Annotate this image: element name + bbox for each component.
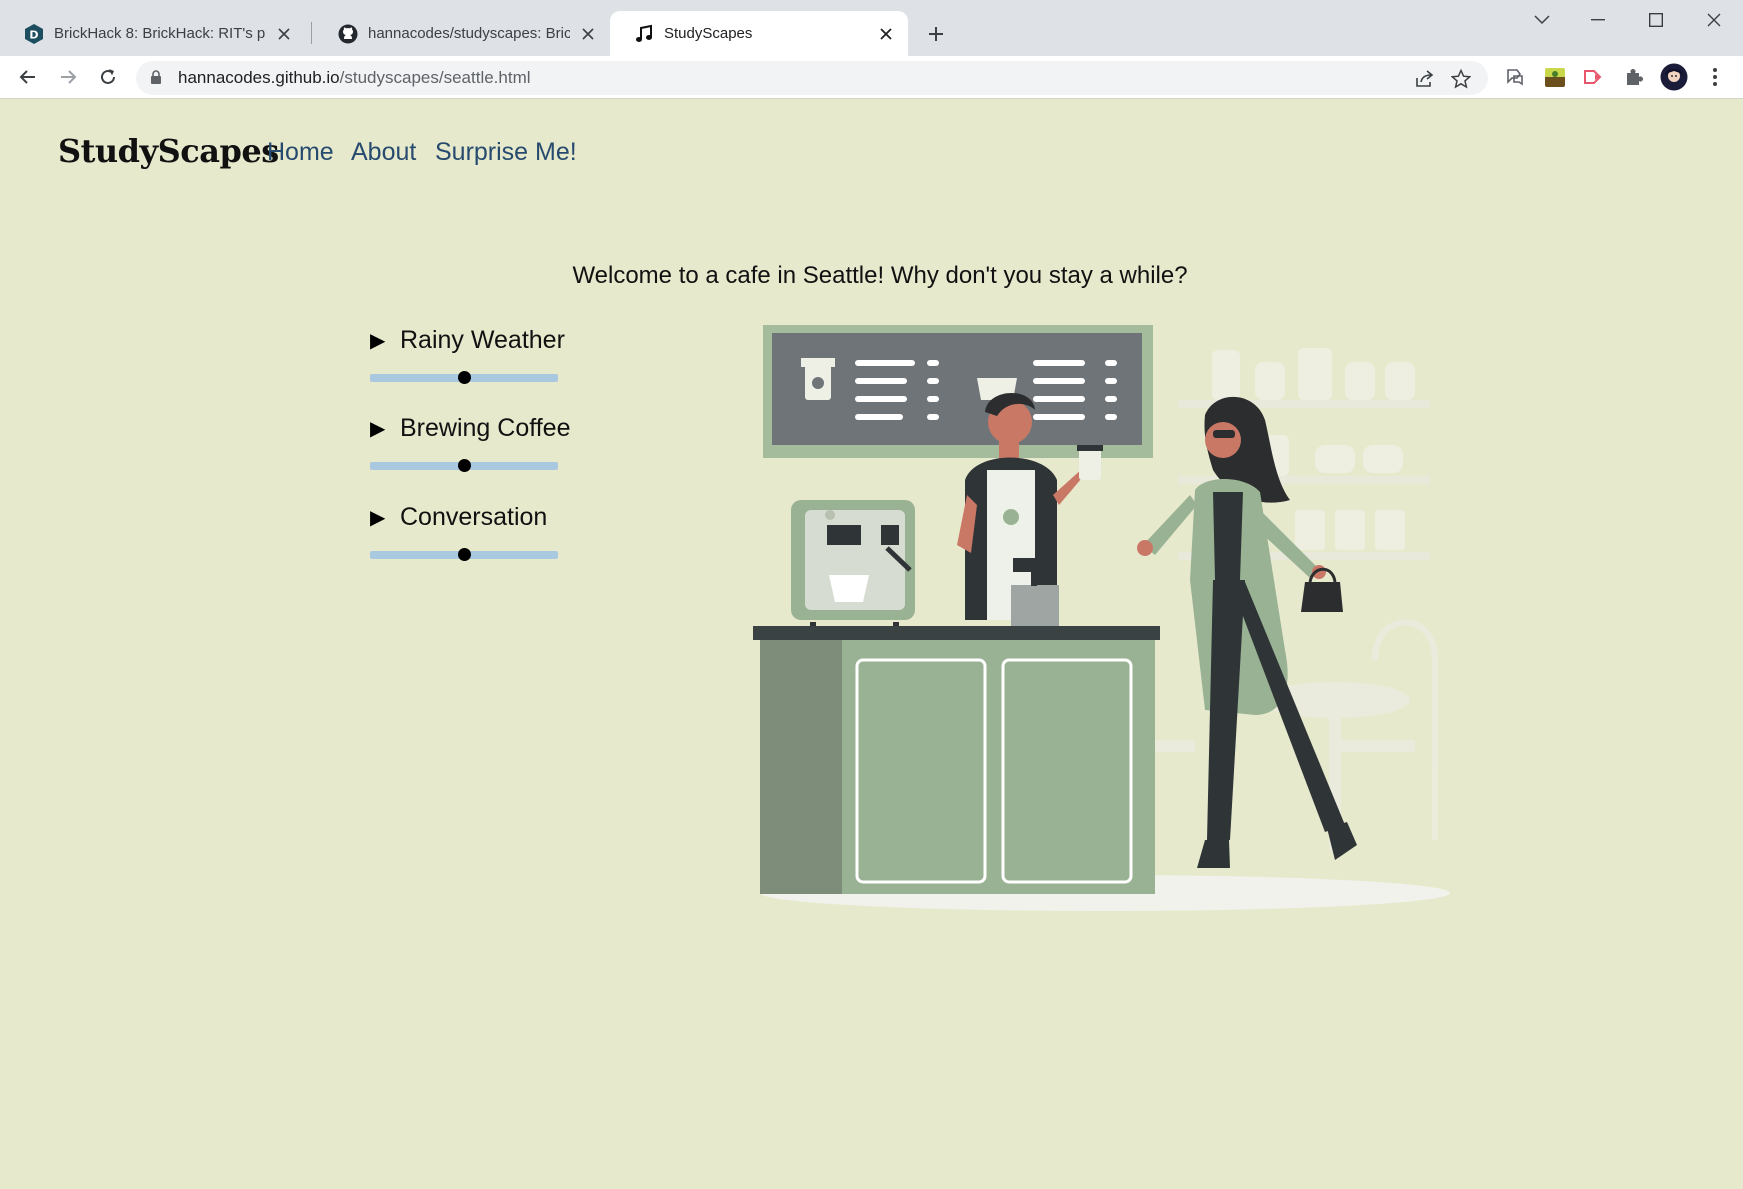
play-icon[interactable]: ▶	[370, 416, 400, 440]
forward-arrow-icon[interactable]	[51, 60, 85, 94]
browser-tab-strip: D BrickHack 8: BrickHack: RIT's premier …	[0, 0, 1743, 56]
video-extension-icon[interactable]	[1579, 62, 1609, 92]
volume-slider-conversation[interactable]	[370, 544, 558, 564]
address-bar[interactable]: hannacodes.github.io/studyscapes/seattle…	[136, 61, 1488, 95]
slider-thumb[interactable]	[457, 459, 471, 472]
welcome-heading: Welcome to a cafe in Seattle! Why don't …	[572, 262, 1188, 289]
url-text[interactable]: hannacodes.github.io/studyscapes/seattle…	[178, 68, 531, 88]
play-icon[interactable]: ▶	[370, 328, 400, 352]
sound-control-rain: ▶ Rainy Weather	[370, 323, 590, 387]
browser-menu-icon[interactable]	[1700, 62, 1730, 92]
bookmark-star-icon[interactable]	[1448, 66, 1474, 92]
sound-label: Brewing Coffee	[400, 413, 571, 442]
slider-thumb[interactable]	[457, 371, 471, 384]
tab-title: BrickHack 8: BrickHack: RIT's premier ha…	[54, 25, 266, 42]
nav-surprise-me-link[interactable]: Surprise Me!	[435, 138, 577, 167]
tab-github[interactable]: hannacodes/studyscapes: BrickHack 8 proj…	[314, 11, 610, 56]
svg-text:D: D	[29, 28, 38, 41]
volume-slider-rain[interactable]	[370, 367, 558, 387]
new-tab-button[interactable]	[920, 18, 952, 50]
sound-label: Rainy Weather	[400, 325, 565, 354]
tab-title: StudyScapes	[664, 25, 753, 42]
tab-brickhack[interactable]: D BrickHack 8: BrickHack: RIT's premier …	[0, 11, 306, 56]
close-tab-icon[interactable]	[876, 24, 896, 44]
sound-control-conversation: ▶ Conversation	[370, 500, 590, 564]
plant-extension-icon[interactable]	[1540, 62, 1570, 92]
tab-separator	[311, 22, 312, 44]
extensions-puzzle-icon[interactable]	[1619, 62, 1649, 92]
maximize-icon[interactable]	[1628, 0, 1684, 40]
music-note-icon	[634, 24, 654, 44]
close-tab-icon[interactable]	[274, 24, 294, 44]
play-icon[interactable]: ▶	[370, 505, 400, 529]
tab-search-icon[interactable]	[1514, 0, 1570, 40]
minimize-icon[interactable]	[1570, 0, 1626, 40]
back-arrow-icon[interactable]	[11, 60, 45, 94]
reload-icon[interactable]	[91, 60, 125, 94]
devpost-icon: D	[24, 23, 44, 44]
share-icon[interactable]	[1412, 66, 1438, 92]
lock-icon[interactable]	[150, 70, 162, 89]
browser-toolbar: hannacodes.github.io/studyscapes/seattle…	[0, 56, 1743, 98]
site-logo[interactable]: StudyScapes	[58, 132, 279, 170]
tab-title: hannacodes/studyscapes: BrickHack 8 proj…	[368, 25, 570, 42]
volume-slider-coffee[interactable]	[370, 455, 558, 475]
translate-extension-icon[interactable]	[1500, 62, 1530, 92]
toolbar-divider	[0, 98, 1743, 99]
github-icon	[338, 24, 358, 44]
close-window-icon[interactable]	[1686, 0, 1742, 40]
slider-thumb[interactable]	[457, 548, 471, 561]
profile-avatar[interactable]	[1659, 62, 1689, 92]
sound-label: Conversation	[400, 502, 548, 531]
sound-control-coffee: ▶ Brewing Coffee	[370, 411, 590, 475]
nav-home-link[interactable]: Home	[267, 138, 334, 167]
close-tab-icon[interactable]	[578, 24, 598, 44]
tab-studyscapes[interactable]: StudyScapes	[610, 11, 908, 56]
cafe-illustration	[753, 325, 1450, 911]
nav-about-link[interactable]: About	[351, 138, 416, 167]
